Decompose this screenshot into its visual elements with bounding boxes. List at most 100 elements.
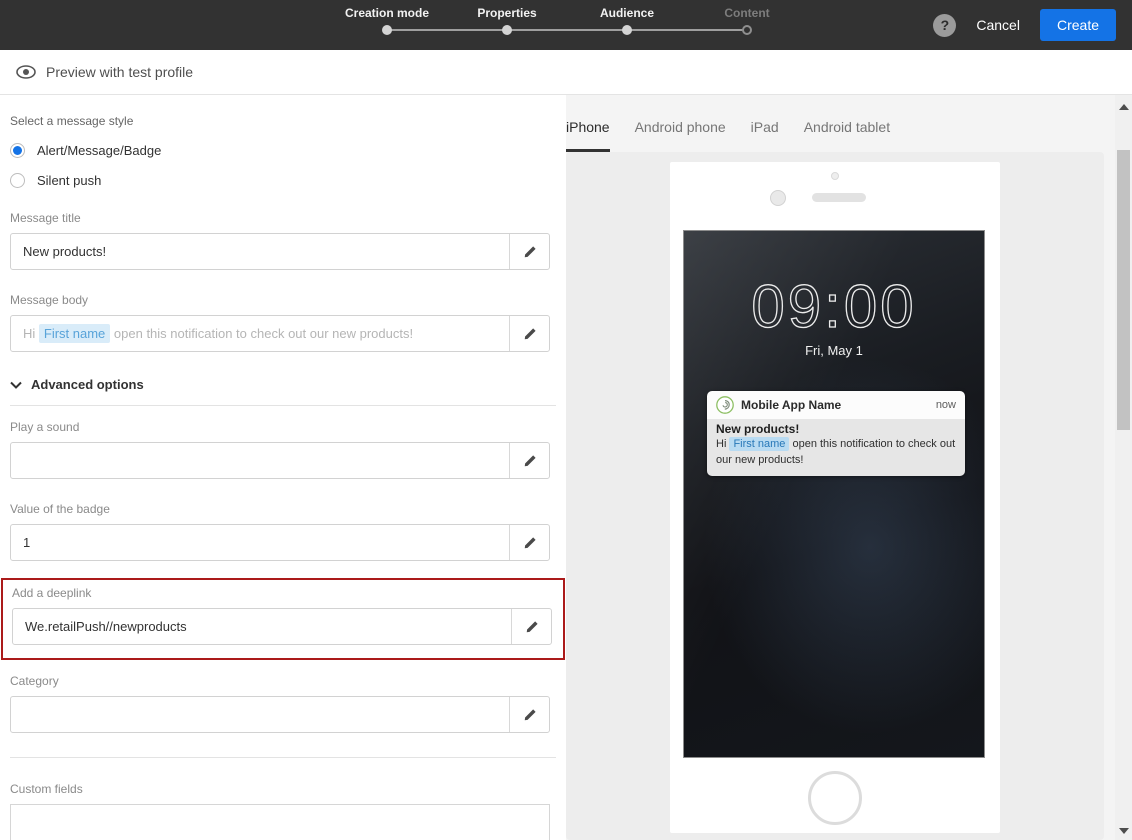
notification-title: New products!	[716, 422, 800, 436]
radio-alert-message-badge[interactable]: Alert/Message/Badge	[10, 143, 550, 158]
category-group: Category	[10, 674, 550, 733]
notification-app-name: Mobile App Name	[741, 398, 842, 412]
scroll-up-icon[interactable]	[1119, 104, 1129, 110]
divider	[10, 405, 556, 406]
home-button[interactable]	[808, 771, 862, 825]
step-label: Content	[724, 6, 770, 20]
earpiece-speaker-icon	[812, 193, 866, 202]
divider	[10, 757, 556, 758]
step-creation-mode[interactable]: Creation mode	[327, 6, 447, 35]
pencil-icon	[523, 454, 537, 468]
radio-selected-icon[interactable]	[10, 143, 25, 158]
message-title-group: Message title New products!	[10, 211, 550, 270]
notification-text-prefix: Hi	[716, 438, 730, 450]
message-body-value[interactable]: Hi First name open this notification to …	[11, 316, 509, 351]
step-audience[interactable]: Audience	[567, 6, 687, 35]
badge-value-label: Value of the badge	[10, 502, 110, 516]
step-label: Creation mode	[344, 6, 429, 20]
radio-unselected-icon[interactable]	[10, 173, 25, 188]
message-style-label: Select a message style	[10, 114, 134, 128]
message-body-suffix: open this notification to check out our …	[110, 326, 414, 341]
notification-body: New products! Hi First name open this no…	[707, 419, 965, 476]
pencil-icon	[523, 536, 537, 550]
scrollbar-thumb[interactable]	[1117, 150, 1130, 430]
custom-fields-empty-box: No elements saved. Start now! Create ele…	[10, 804, 550, 840]
pencil-icon	[525, 620, 539, 634]
badge-value[interactable]: 1	[11, 525, 509, 560]
preview-toolbar-label[interactable]: Preview with test profile	[46, 64, 193, 80]
edit-badge-value-button[interactable]	[509, 525, 549, 560]
category-label: Category	[10, 674, 59, 688]
top-header: Creation mode Properties Audience Conten…	[0, 0, 1132, 50]
step-dot-icon	[502, 25, 512, 35]
scroll-down-icon[interactable]	[1119, 828, 1129, 834]
iphone-mockup: 09:00 Fri, May 1 Mobile App Name now New…	[670, 162, 1000, 833]
play-sound-input[interactable]	[10, 442, 550, 479]
message-title-label: Message title	[10, 211, 81, 225]
pencil-icon	[523, 327, 537, 341]
stepper-track	[387, 29, 747, 31]
radio-label: Alert/Message/Badge	[37, 143, 162, 158]
pencil-icon	[523, 708, 537, 722]
category-input[interactable]	[10, 696, 550, 733]
deeplink-input[interactable]: We.retailPush//newproducts	[12, 608, 552, 645]
push-notification-card[interactable]: Mobile App Name now New products! Hi Fir…	[707, 391, 965, 476]
step-properties[interactable]: Properties	[447, 6, 567, 35]
message-body-label: Message body	[10, 293, 89, 307]
chevron-down-icon	[10, 381, 22, 389]
notification-timestamp: now	[935, 399, 956, 411]
step-label: Audience	[599, 6, 654, 20]
preview-toolbar: Preview with test profile	[0, 50, 1132, 95]
tab-android-phone[interactable]: Android phone	[635, 119, 726, 152]
step-dot-icon	[742, 25, 752, 35]
help-icon[interactable]: ?	[933, 13, 957, 37]
front-camera-icon	[770, 190, 786, 206]
header-actions: ? Cancel Create	[933, 0, 1132, 50]
wizard-stepper: Creation mode Properties Audience Conten…	[327, 6, 807, 46]
edit-category-button[interactable]	[509, 697, 549, 732]
radio-label: Silent push	[37, 173, 102, 188]
message-body-prefix: Hi	[23, 326, 39, 341]
edit-deeplink-button[interactable]	[511, 609, 551, 644]
tab-iphone[interactable]: iPhone	[566, 119, 610, 152]
tab-ipad[interactable]: iPad	[751, 119, 779, 152]
play-sound-value[interactable]	[11, 443, 509, 478]
device-preview-area: iPhone Android phone iPad Android tablet…	[566, 95, 1115, 840]
edit-message-title-button[interactable]	[509, 234, 549, 269]
radio-silent-push[interactable]: Silent push	[10, 173, 550, 188]
badge-value-input[interactable]: 1	[10, 524, 550, 561]
proximity-sensor-icon	[831, 172, 839, 180]
message-title-input[interactable]: New products!	[10, 233, 550, 270]
create-button[interactable]: Create	[1039, 9, 1116, 41]
eye-icon[interactable]	[16, 65, 36, 79]
step-content[interactable]: Content	[687, 6, 807, 35]
vertical-scrollbar[interactable]	[1115, 95, 1132, 840]
tab-android-tablet[interactable]: Android tablet	[804, 119, 890, 152]
message-body-input[interactable]: Hi First name open this notification to …	[10, 315, 550, 352]
lock-date: Fri, May 1	[805, 343, 863, 358]
edit-play-sound-button[interactable]	[509, 443, 549, 478]
deeplink-value[interactable]: We.retailPush//newproducts	[13, 609, 511, 644]
pencil-icon	[523, 245, 537, 259]
lock-clock: 09:00	[751, 272, 916, 340]
cancel-button[interactable]: Cancel	[976, 17, 1020, 33]
notification-header: Mobile App Name now	[707, 391, 965, 419]
play-sound-group: Play a sound	[10, 420, 550, 479]
content-form-panel: Select a message style Alert/Message/Bad…	[0, 95, 566, 840]
deeplink-highlight-box: Add a deeplink We.retailPush//newproduct…	[1, 578, 565, 660]
notification-text: Hi First name open this notification to …	[716, 437, 956, 469]
custom-fields-label: Custom fields	[10, 782, 83, 796]
badge-value-group: Value of the badge 1	[10, 502, 550, 561]
message-title-value[interactable]: New products!	[11, 234, 509, 269]
lock-time: 09:00	[751, 273, 916, 340]
preview-render-panel: 09:00 Fri, May 1 Mobile App Name now New…	[566, 152, 1104, 840]
personalization-chip[interactable]: First name	[38, 324, 111, 343]
edit-message-body-button[interactable]	[509, 316, 549, 351]
step-dot-icon	[382, 25, 392, 35]
deeplink-label: Add a deeplink	[12, 586, 92, 600]
advanced-options-toggle[interactable]: Advanced options	[10, 377, 550, 392]
notification-personalization-chip: First name	[729, 437, 790, 451]
push-notification-editor: Creation mode Properties Audience Conten…	[0, 0, 1132, 840]
step-dot-icon	[622, 25, 632, 35]
category-value[interactable]	[11, 697, 509, 732]
